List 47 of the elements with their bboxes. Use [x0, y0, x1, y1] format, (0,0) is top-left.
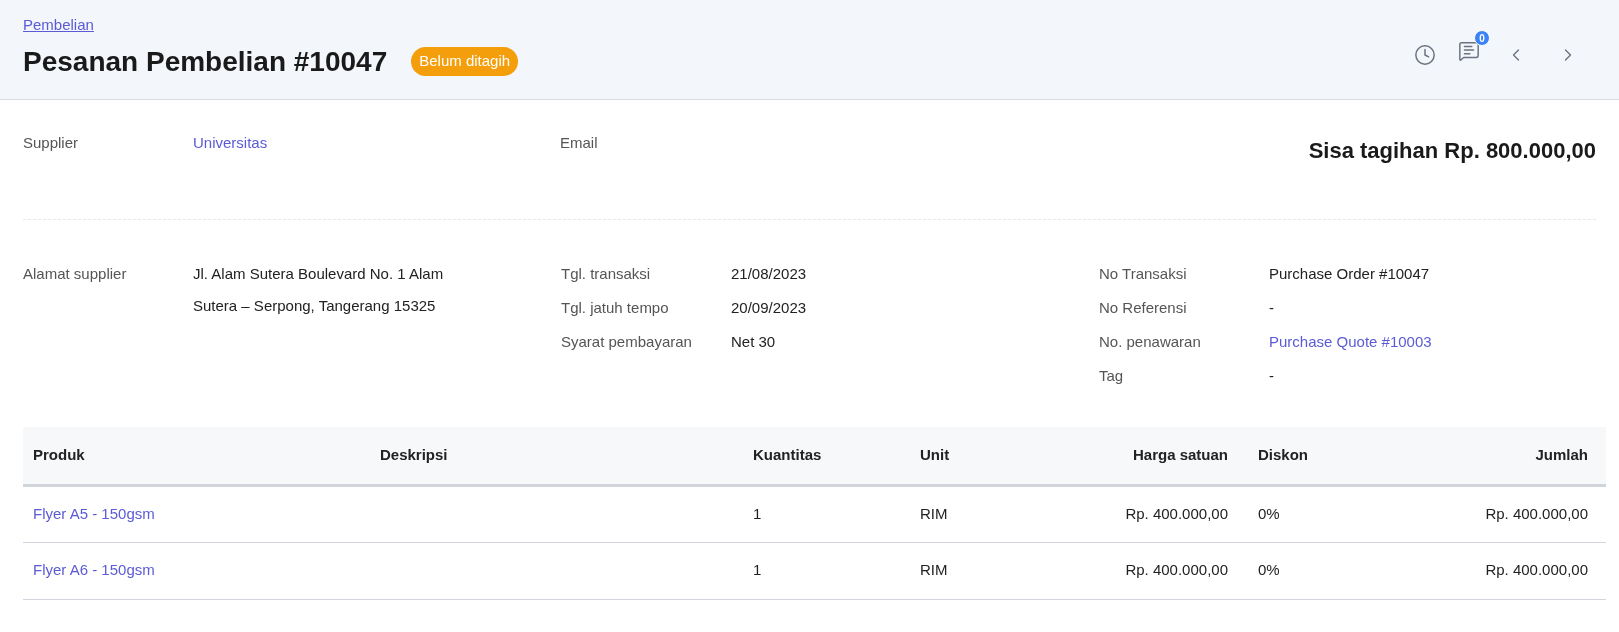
table-cell: 1 [753, 561, 762, 579]
detail-value: Net 30 [731, 333, 776, 350]
detail-link[interactable]: Universitas [193, 132, 268, 219]
field-label: Supplier [23, 133, 80, 153]
detail-value: 21/08/2023 [731, 265, 807, 282]
table-cell: Rp. 400.000,00 [1485, 504, 1588, 522]
column-header: Jumlah [1420, 427, 1606, 485]
column-header: Harga satuan [1000, 427, 1246, 485]
field-label: Alamat supplier [23, 264, 128, 284]
table-cell: Rp. 400.000,00 [1125, 504, 1228, 522]
field-label: Tag [1099, 366, 1125, 386]
detail-value: - [1269, 299, 1274, 316]
field-label: Email [560, 133, 599, 153]
table-cell: Rp. 400.000,00 [1485, 561, 1588, 579]
field-label: No Transaksi [1099, 264, 1188, 284]
chat-icon [1458, 40, 1480, 63]
column-header: Produk [23, 427, 380, 485]
field-label: Syarat pembayaran [561, 332, 693, 352]
comment-count-badge: 0 [1474, 30, 1490, 47]
table-cell: 0% [1258, 504, 1280, 522]
table-cell: 0% [1258, 561, 1280, 579]
clock-icon [1414, 43, 1436, 66]
page-title: Pesanan Pembelian #10047 [23, 44, 388, 79]
table-cell: RIM [920, 561, 948, 579]
column-header: Deskripsi [380, 427, 740, 485]
column-header: Kuantitas [740, 427, 908, 485]
detail-value: Purchase Order #10047 [1269, 265, 1430, 282]
field-label: No. penawaran [1099, 332, 1202, 352]
table-cell: RIM [920, 504, 948, 522]
detail-link[interactable]: Purchase Quote #10003 [1269, 333, 1432, 350]
table-cell: 1 [753, 504, 762, 522]
detail-value: 20/09/2023 [731, 299, 807, 316]
detail-value: Jl. Alam Sutera Boulevard No. 1 Alam Sutera – Serpong, Tangerang 15325 [193, 265, 444, 314]
comments-button[interactable] [1458, 40, 1480, 63]
field-label: No Referensi [1099, 298, 1188, 318]
product-link[interactable]: Flyer A6 - 150gsm [33, 561, 155, 579]
status-badge: Belum ditagih [411, 47, 519, 76]
balance-due: Sisa tagihan Rp. 800.000,00 [1308, 137, 1596, 165]
product-link[interactable]: Flyer A5 - 150gsm [33, 504, 155, 522]
detail-value: - [1269, 367, 1274, 384]
column-header: Diskon [1246, 427, 1420, 485]
history-button[interactable] [1414, 43, 1436, 66]
table-cell: Rp. 400.000,00 [1125, 561, 1228, 579]
field-label: Tgl. jatuh tempo [561, 298, 670, 318]
field-label: Tgl. transaksi [561, 264, 652, 284]
column-header: Unit [908, 427, 1000, 485]
breadcrumb-link[interactable]: Pembelian [23, 14, 94, 37]
